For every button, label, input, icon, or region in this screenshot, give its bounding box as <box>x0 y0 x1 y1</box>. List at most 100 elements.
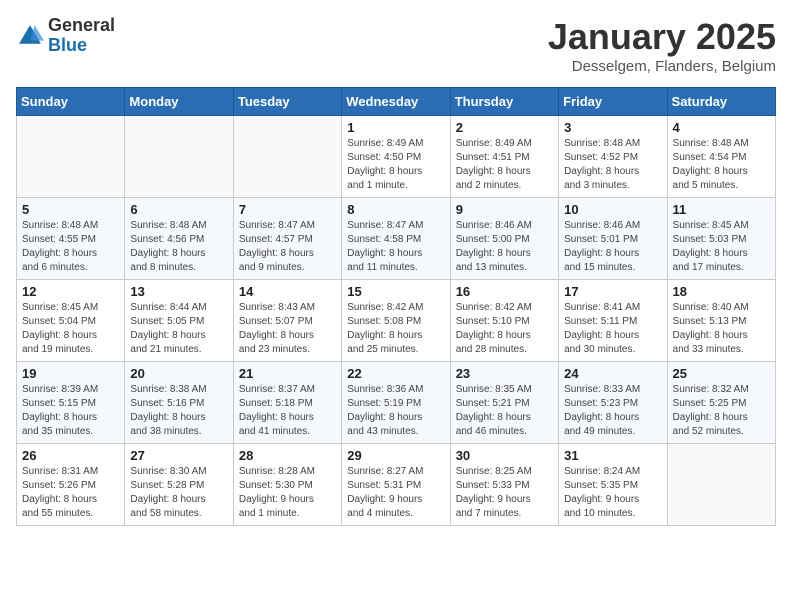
day-cell: 23 Sunrise: 8:35 AM Sunset: 5:21 PM Dayli… <box>450 362 558 444</box>
day-info: Sunrise: 8:24 AM Sunset: 5:35 PM Dayligh… <box>564 465 661 521</box>
day-cell: 5 Sunrise: 8:48 AM Sunset: 4:55 PM Daylig… <box>17 198 125 280</box>
day-info: Sunrise: 8:27 AM Sunset: 5:31 PM Dayligh… <box>347 465 444 521</box>
day-number: 6 <box>130 202 227 217</box>
day-cell: 22 Sunrise: 8:36 AM Sunset: 5:19 PM Dayli… <box>342 362 450 444</box>
day-info: Sunrise: 8:38 AM Sunset: 5:16 PM Dayligh… <box>130 383 227 439</box>
day-number: 25 <box>673 366 770 381</box>
calendar-subtitle: Desselgem, Flanders, Belgium <box>548 58 776 75</box>
day-info: Sunrise: 8:39 AM Sunset: 5:15 PM Dayligh… <box>22 383 119 439</box>
day-cell: 19 Sunrise: 8:39 AM Sunset: 5:15 PM Dayli… <box>17 362 125 444</box>
day-number: 5 <box>22 202 119 217</box>
logo-blue-text: Blue <box>48 36 115 56</box>
week-row-1: 1 Sunrise: 8:49 AM Sunset: 4:50 PM Daylig… <box>17 116 776 198</box>
weekday-header-thursday: Thursday <box>450 88 558 116</box>
day-info: Sunrise: 8:42 AM Sunset: 5:08 PM Dayligh… <box>347 301 444 357</box>
day-cell: 29 Sunrise: 8:27 AM Sunset: 5:31 PM Dayli… <box>342 444 450 526</box>
title-area: January 2025 Desselgem, Flanders, Belgiu… <box>548 16 776 75</box>
logo-icon <box>16 22 44 50</box>
day-cell <box>17 116 125 198</box>
day-cell: 9Sunrise: 8:46 AM Sunset: 5:00 PM Daylig… <box>450 198 558 280</box>
day-info: Sunrise: 8:49 AM Sunset: 4:51 PM Dayligh… <box>456 137 553 193</box>
day-cell <box>233 116 341 198</box>
day-info: Sunrise: 8:30 AM Sunset: 5:28 PM Dayligh… <box>130 465 227 521</box>
day-number: 19 <box>22 366 119 381</box>
day-cell: 31Sunrise: 8:24 AM Sunset: 5:35 PM Dayli… <box>559 444 667 526</box>
day-cell: 1 Sunrise: 8:49 AM Sunset: 4:50 PM Daylig… <box>342 116 450 198</box>
day-info: Sunrise: 8:45 AM Sunset: 5:04 PM Dayligh… <box>22 301 119 357</box>
week-row-3: 12 Sunrise: 8:45 AM Sunset: 5:04 PM Dayli… <box>17 280 776 362</box>
day-info: Sunrise: 8:35 AM Sunset: 5:21 PM Dayligh… <box>456 383 553 439</box>
day-number: 12 <box>22 284 119 299</box>
day-info: Sunrise: 8:48 AM Sunset: 4:56 PM Dayligh… <box>130 219 227 275</box>
day-info: Sunrise: 8:42 AM Sunset: 5:10 PM Dayligh… <box>456 301 553 357</box>
day-number: 10 <box>564 202 661 217</box>
day-cell: 14Sunrise: 8:43 AM Sunset: 5:07 PM Dayli… <box>233 280 341 362</box>
day-cell: 21 Sunrise: 8:37 AM Sunset: 5:18 PM Dayli… <box>233 362 341 444</box>
week-row-2: 5 Sunrise: 8:48 AM Sunset: 4:55 PM Daylig… <box>17 198 776 280</box>
day-info: Sunrise: 8:36 AM Sunset: 5:19 PM Dayligh… <box>347 383 444 439</box>
day-cell: 6 Sunrise: 8:48 AM Sunset: 4:56 PM Daylig… <box>125 198 233 280</box>
day-number: 3 <box>564 120 661 135</box>
day-cell: 8Sunrise: 8:47 AM Sunset: 4:58 PM Daylig… <box>342 198 450 280</box>
weekday-header-monday: Monday <box>125 88 233 116</box>
day-number: 21 <box>239 366 336 381</box>
day-info: Sunrise: 8:43 AM Sunset: 5:07 PM Dayligh… <box>239 301 336 357</box>
day-cell: 2 Sunrise: 8:49 AM Sunset: 4:51 PM Daylig… <box>450 116 558 198</box>
day-info: Sunrise: 8:44 AM Sunset: 5:05 PM Dayligh… <box>130 301 227 357</box>
day-info: Sunrise: 8:40 AM Sunset: 5:13 PM Dayligh… <box>673 301 770 357</box>
day-cell: 27 Sunrise: 8:30 AM Sunset: 5:28 PM Dayli… <box>125 444 233 526</box>
day-info: Sunrise: 8:49 AM Sunset: 4:50 PM Dayligh… <box>347 137 444 193</box>
day-cell: 10 Sunrise: 8:46 AM Sunset: 5:01 PM Dayli… <box>559 198 667 280</box>
day-number: 13 <box>130 284 227 299</box>
day-number: 15 <box>347 284 444 299</box>
day-number: 27 <box>130 448 227 463</box>
day-cell: 28Sunrise: 8:28 AM Sunset: 5:30 PM Dayli… <box>233 444 341 526</box>
day-number: 7 <box>239 202 336 217</box>
weekday-header-saturday: Saturday <box>667 88 775 116</box>
weekday-header-sunday: Sunday <box>17 88 125 116</box>
day-cell: 20Sunrise: 8:38 AM Sunset: 5:16 PM Dayli… <box>125 362 233 444</box>
day-number: 9 <box>456 202 553 217</box>
week-row-4: 19 Sunrise: 8:39 AM Sunset: 5:15 PM Dayli… <box>17 362 776 444</box>
weekday-header-row: SundayMondayTuesdayWednesdayThursdayFrid… <box>17 88 776 116</box>
calendar-table: SundayMondayTuesdayWednesdayThursdayFrid… <box>16 87 776 526</box>
day-info: Sunrise: 8:37 AM Sunset: 5:18 PM Dayligh… <box>239 383 336 439</box>
day-cell: 3 Sunrise: 8:48 AM Sunset: 4:52 PM Daylig… <box>559 116 667 198</box>
day-cell: 26Sunrise: 8:31 AM Sunset: 5:26 PM Dayli… <box>17 444 125 526</box>
day-info: Sunrise: 8:25 AM Sunset: 5:33 PM Dayligh… <box>456 465 553 521</box>
calendar-title: January 2025 <box>548 16 776 58</box>
day-number: 11 <box>673 202 770 217</box>
day-cell: 11 Sunrise: 8:45 AM Sunset: 5:03 PM Dayli… <box>667 198 775 280</box>
day-number: 17 <box>564 284 661 299</box>
day-cell: 30 Sunrise: 8:25 AM Sunset: 5:33 PM Dayli… <box>450 444 558 526</box>
day-cell: 24Sunrise: 8:33 AM Sunset: 5:23 PM Dayli… <box>559 362 667 444</box>
day-cell: 16 Sunrise: 8:42 AM Sunset: 5:10 PM Dayli… <box>450 280 558 362</box>
day-info: Sunrise: 8:48 AM Sunset: 4:54 PM Dayligh… <box>673 137 770 193</box>
day-info: Sunrise: 8:48 AM Sunset: 4:52 PM Dayligh… <box>564 137 661 193</box>
day-info: Sunrise: 8:47 AM Sunset: 4:58 PM Dayligh… <box>347 219 444 275</box>
day-cell: 15 Sunrise: 8:42 AM Sunset: 5:08 PM Dayli… <box>342 280 450 362</box>
day-number: 29 <box>347 448 444 463</box>
day-cell: 7 Sunrise: 8:47 AM Sunset: 4:57 PM Daylig… <box>233 198 341 280</box>
day-info: Sunrise: 8:48 AM Sunset: 4:55 PM Dayligh… <box>22 219 119 275</box>
day-cell: 4 Sunrise: 8:48 AM Sunset: 4:54 PM Daylig… <box>667 116 775 198</box>
day-number: 23 <box>456 366 553 381</box>
day-number: 16 <box>456 284 553 299</box>
logo-general-text: General <box>48 16 115 36</box>
day-number: 4 <box>673 120 770 135</box>
day-info: Sunrise: 8:31 AM Sunset: 5:26 PM Dayligh… <box>22 465 119 521</box>
day-number: 24 <box>564 366 661 381</box>
day-number: 22 <box>347 366 444 381</box>
day-info: Sunrise: 8:28 AM Sunset: 5:30 PM Dayligh… <box>239 465 336 521</box>
day-info: Sunrise: 8:45 AM Sunset: 5:03 PM Dayligh… <box>673 219 770 275</box>
day-info: Sunrise: 8:41 AM Sunset: 5:11 PM Dayligh… <box>564 301 661 357</box>
day-info: Sunrise: 8:32 AM Sunset: 5:25 PM Dayligh… <box>673 383 770 439</box>
day-info: Sunrise: 8:47 AM Sunset: 4:57 PM Dayligh… <box>239 219 336 275</box>
day-cell: 18Sunrise: 8:40 AM Sunset: 5:13 PM Dayli… <box>667 280 775 362</box>
day-info: Sunrise: 8:46 AM Sunset: 5:01 PM Dayligh… <box>564 219 661 275</box>
weekday-header-tuesday: Tuesday <box>233 88 341 116</box>
day-number: 1 <box>347 120 444 135</box>
day-cell: 12 Sunrise: 8:45 AM Sunset: 5:04 PM Dayli… <box>17 280 125 362</box>
day-number: 30 <box>456 448 553 463</box>
day-number: 2 <box>456 120 553 135</box>
